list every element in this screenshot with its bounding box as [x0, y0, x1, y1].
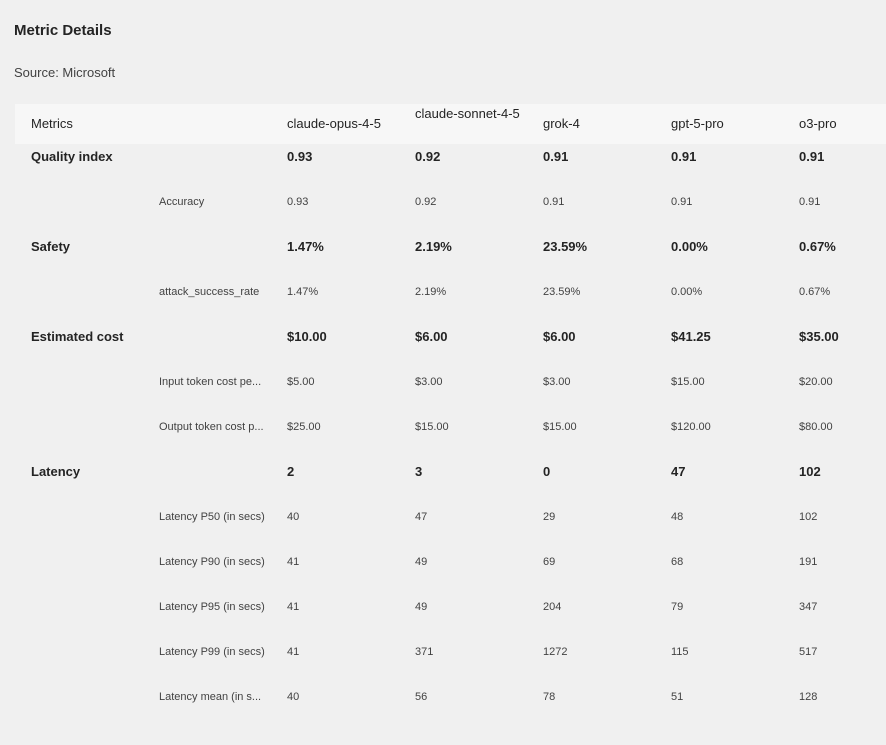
group-value-cell: 0.93 — [287, 149, 313, 164]
group-label: Latency — [31, 464, 81, 479]
sub-metric-value-cell: 1.47% — [287, 286, 319, 298]
sub-metric-value-cell: 49 — [415, 601, 428, 613]
sub-metric-value-cell: 0.00% — [671, 286, 703, 298]
sub-metric-value-cell: 0.91 — [799, 196, 821, 208]
page-title: Metric Details — [14, 22, 112, 39]
column-header-model[interactable]: gpt-5-pro — [671, 114, 724, 134]
sub-metric-value-cell: $15.00 — [415, 421, 449, 433]
column-header-model[interactable]: claude-opus-4-5 — [287, 114, 381, 134]
sub-metric-label: Latency mean (in s... — [159, 691, 262, 703]
group-value-cell: 1.47% — [287, 239, 324, 254]
sub-metric-label: Accuracy — [159, 196, 205, 208]
table-header-row: Metrics claude-opus-4-5 claude-sonnet-4-5… — [15, 104, 886, 144]
sub-metric-label: Latency P50 (in secs) — [159, 511, 265, 523]
group-label: Estimated cost — [31, 329, 124, 344]
sub-metric-value-cell: 517 — [799, 646, 818, 658]
sub-metric-value-cell: 78 — [543, 691, 556, 703]
sub-metric-value-cell: 23.59% — [543, 286, 581, 298]
group-label: Quality index — [31, 149, 113, 164]
sub-metric-value-cell: 47 — [415, 511, 428, 523]
sub-metric-value-cell: 56 — [415, 691, 428, 703]
sub-metric-value-cell: 204 — [543, 601, 562, 613]
group-label: Safety — [31, 239, 71, 254]
group-value-cell: 3 — [415, 464, 423, 479]
sub-metric-value-cell: 40 — [287, 511, 300, 523]
sub-metric-value-cell: 29 — [543, 511, 556, 523]
group-value-cell: 102 — [799, 464, 821, 479]
column-header-model[interactable]: claude-sonnet-4-5 — [415, 104, 527, 124]
group-value-cell: 2 — [287, 464, 295, 479]
group-value-cell: 0.92 — [415, 149, 441, 164]
sub-metric-value-cell: 128 — [799, 691, 818, 703]
group-value-cell: 47 — [671, 464, 686, 479]
group-value-cell: 0.00% — [671, 239, 708, 254]
sub-metric-value-cell: 102 — [799, 511, 818, 523]
group-value-cell: $35.00 — [799, 329, 839, 344]
sub-metric-label: Input token cost pe... — [159, 376, 262, 388]
sub-metric-value-cell: 40 — [287, 691, 300, 703]
sub-metric-value-cell: $25.00 — [287, 421, 321, 433]
group-value-cell: 0.67% — [799, 239, 836, 254]
sub-metric-value-cell: 0.93 — [287, 196, 309, 208]
sub-metric-value-cell: 0.91 — [543, 196, 565, 208]
sub-metric-value-cell: 49 — [415, 556, 428, 568]
metrics-table: Metrics claude-opus-4-5 claude-sonnet-4-5… — [15, 104, 886, 708]
group-value-cell: $41.25 — [671, 329, 711, 344]
sub-metric-value-cell: 41 — [287, 556, 300, 568]
sub-metric-value-cell: 347 — [799, 601, 818, 613]
sub-metric-label: Latency P99 (in secs) — [159, 646, 265, 658]
group-value-cell: $10.00 — [287, 329, 327, 344]
sub-metric-value-cell: 69 — [543, 556, 556, 568]
sub-metric-value-cell: $3.00 — [415, 376, 443, 388]
sub-metric-value-cell: 0.67% — [799, 286, 831, 298]
sub-metric-label: Output token cost p... — [159, 421, 264, 433]
sub-metric-value-cell: $20.00 — [799, 376, 833, 388]
source-label: Source: Microsoft — [14, 65, 116, 80]
sub-metric-value-cell: $80.00 — [799, 421, 833, 433]
sub-metric-label: attack_success_rate — [159, 286, 260, 298]
sub-metric-value-cell: 51 — [671, 691, 684, 703]
group-value-cell: $6.00 — [415, 329, 448, 344]
group-value-cell: 0.91 — [543, 149, 569, 164]
sub-metric-value-cell: 68 — [671, 556, 684, 568]
group-value-cell: 0.91 — [671, 149, 697, 164]
sub-metric-value-cell: $15.00 — [543, 421, 577, 433]
column-header-model[interactable]: o3-pro — [799, 114, 837, 134]
sub-metric-value-cell: 41 — [287, 601, 300, 613]
sub-metric-value-cell: $120.00 — [671, 421, 711, 433]
sub-metric-value-cell: 191 — [799, 556, 818, 568]
sub-metric-value-cell: 1272 — [543, 646, 568, 658]
sub-metric-label: Latency P95 (in secs) — [159, 601, 265, 613]
sub-metric-value-cell: 371 — [415, 646, 434, 658]
group-value-cell: 2.19% — [415, 239, 452, 254]
sub-metric-label: Latency P90 (in secs) — [159, 556, 265, 568]
sub-metric-value-cell: 41 — [287, 646, 300, 658]
group-value-cell: 0.91 — [799, 149, 825, 164]
sub-metric-value-cell: $3.00 — [543, 376, 571, 388]
sub-metric-value-cell: $5.00 — [287, 376, 315, 388]
group-value-cell: 0 — [543, 464, 551, 479]
sub-metric-value-cell: 2.19% — [415, 286, 447, 298]
column-header-model[interactable]: grok-4 — [543, 114, 580, 134]
group-value-cell: $6.00 — [543, 329, 576, 344]
sub-metric-value-cell: 0.92 — [415, 196, 437, 208]
group-value-cell: 23.59% — [543, 239, 588, 254]
sub-metric-value-cell: 115 — [671, 646, 689, 658]
sub-metric-value-cell: 0.91 — [671, 196, 693, 208]
column-header-metrics[interactable]: Metrics — [31, 114, 73, 134]
sub-metric-value-cell: 48 — [671, 511, 684, 523]
sub-metric-value-cell: $15.00 — [671, 376, 705, 388]
sub-metric-value-cell: 79 — [671, 601, 684, 613]
